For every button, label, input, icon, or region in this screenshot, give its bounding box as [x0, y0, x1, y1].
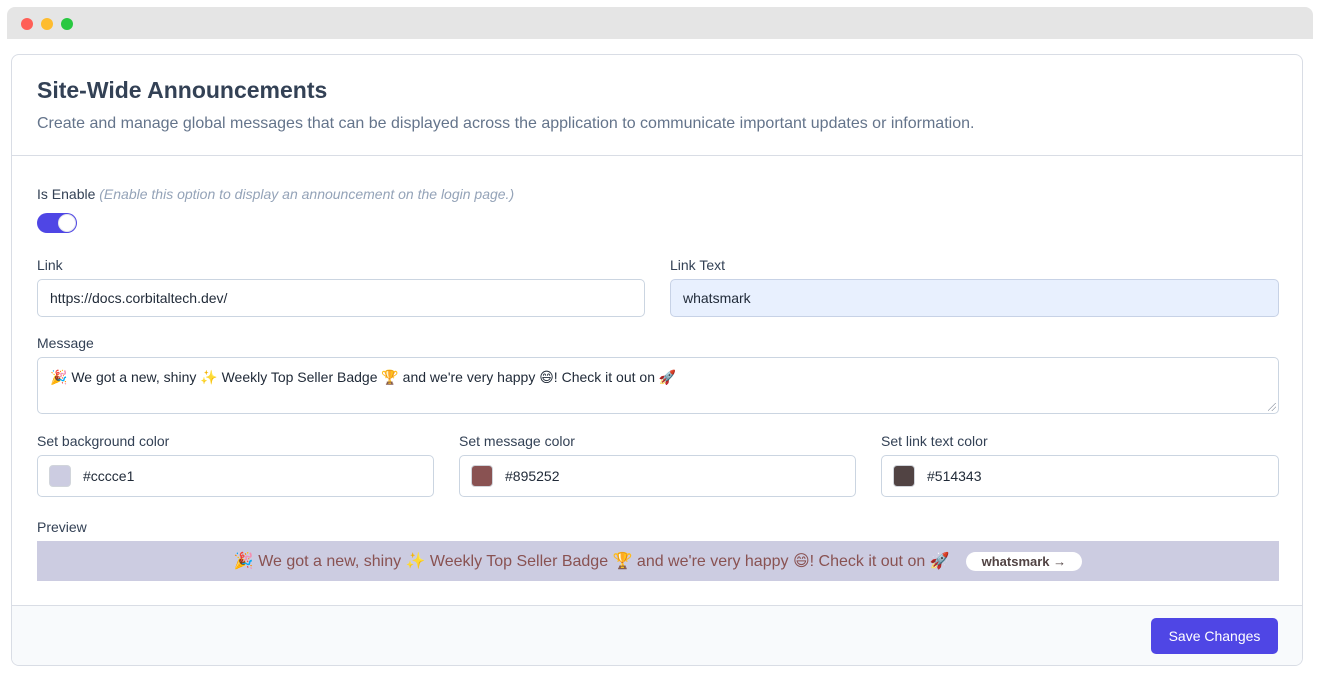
link-text-input[interactable]: whatsmark [670, 279, 1279, 317]
bg-color-label: Set background color [37, 433, 170, 449]
maximize-window-icon[interactable] [61, 18, 73, 30]
link-color-field[interactable]: #514343 [881, 455, 1279, 497]
window-titlebar [7, 7, 1313, 39]
enable-label-row: Is Enable (Enable this option to display… [37, 186, 514, 202]
bg-color-swatch[interactable] [49, 465, 71, 487]
page-title: Site-Wide Announcements [37, 77, 328, 103]
announcements-card: Site-Wide Announcements Create and manag… [11, 54, 1303, 666]
preview-link-button[interactable]: whatsmark → [965, 551, 1083, 571]
resize-grip-icon[interactable] [1268, 403, 1276, 411]
link-color-swatch[interactable] [893, 465, 915, 487]
message-color-swatch[interactable] [471, 465, 493, 487]
message-text: 🎉 We got a new, shiny ✨ Weekly Top Selle… [50, 369, 677, 385]
message-color-field[interactable]: #895252 [459, 455, 856, 497]
save-changes-button[interactable]: Save Changes [1151, 618, 1278, 654]
bg-color-value: #cccce1 [83, 468, 135, 484]
page-subtitle: Create and manage global messages that c… [37, 115, 975, 132]
close-window-icon[interactable] [21, 18, 33, 30]
message-color-label: Set message color [459, 433, 575, 449]
enable-label: Is Enable [37, 186, 96, 202]
toggle-knob [58, 214, 76, 232]
enable-hint: (Enable this option to display an announ… [99, 186, 515, 202]
enable-toggle[interactable] [37, 213, 77, 233]
card-footer: Save Changes [12, 605, 1302, 665]
link-input[interactable]: https://docs.corbitaltech.dev/ [37, 279, 645, 317]
message-color-value: #895252 [505, 468, 560, 484]
preview-label: Preview [37, 519, 87, 535]
link-color-label: Set link text color [881, 433, 988, 449]
link-text-label: Link Text [670, 257, 725, 273]
card-header: Site-Wide Announcements Create and manag… [12, 55, 1302, 156]
link-label: Link [37, 257, 63, 273]
message-label: Message [37, 335, 94, 351]
announcement-preview: 🎉 We got a new, shiny ✨ Weekly Top Selle… [37, 541, 1279, 581]
link-color-value: #514343 [927, 468, 982, 484]
preview-message: 🎉 We got a new, shiny ✨ Weekly Top Selle… [233, 553, 950, 570]
message-textarea[interactable]: 🎉 We got a new, shiny ✨ Weekly Top Selle… [37, 357, 1279, 414]
bg-color-field[interactable]: #cccce1 [37, 455, 434, 497]
minimize-window-icon[interactable] [41, 18, 53, 30]
